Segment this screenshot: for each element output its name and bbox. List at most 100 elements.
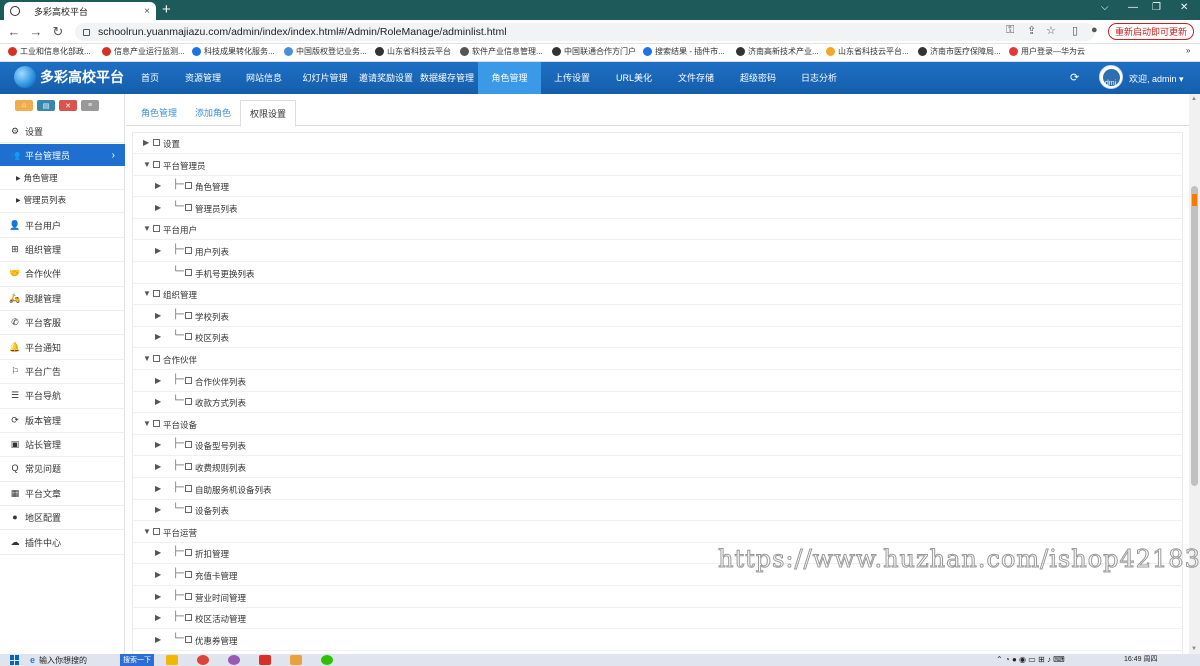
refresh-icon[interactable]: ⟳: [1070, 71, 1079, 84]
caret-down-icon[interactable]: ▼: [143, 419, 151, 428]
sidebar-item-navigation[interactable]: ☰ 平台导航: [0, 384, 125, 406]
caret-right-icon[interactable]: ▶: [155, 548, 161, 557]
sidebar-item-ads[interactable]: ⚐ 平台广告: [0, 360, 125, 382]
scroll-down-icon[interactable]: ▼: [1191, 646, 1197, 652]
file-explorer-icon[interactable]: [166, 655, 178, 665]
caret-right-icon[interactable]: ▶: [155, 246, 161, 255]
app-logo[interactable]: 多彩高校平台: [14, 66, 124, 88]
list-shortcut-icon[interactable]: ≡: [81, 100, 99, 111]
caret-right-icon[interactable]: ▶: [155, 484, 161, 493]
bookmark-item[interactable]: 信息产业运行监测...: [102, 46, 185, 57]
tab-role-manage[interactable]: 角色管理: [132, 100, 186, 126]
tab-permission-settings[interactable]: 权限设置: [240, 100, 297, 127]
topnav-log-analysis[interactable]: 日志分析: [789, 62, 849, 94]
close-window-button[interactable]: ✕: [1180, 2, 1188, 13]
document-shortcut-icon[interactable]: ▤: [37, 100, 55, 111]
topnav-invite-rewards[interactable]: 邀请奖励设置: [356, 62, 416, 94]
wps-icon[interactable]: [259, 655, 271, 665]
permission-checkbox[interactable]: [185, 635, 192, 643]
caret-right-icon[interactable]: ▶: [155, 613, 161, 622]
topnav-site-info[interactable]: 网站信息: [234, 62, 294, 94]
permission-checkbox[interactable]: [185, 592, 192, 600]
sidebar-item-plugins[interactable]: ☁ 插件中心: [0, 531, 125, 553]
taskbar-clock[interactable]: 16:49 周四: [1124, 654, 1157, 664]
topnav-slides[interactable]: 幻灯片管理: [294, 62, 356, 94]
caret-down-icon[interactable]: ▼: [143, 289, 151, 298]
sidebar-item-partners[interactable]: 🤝 合作伙伴: [0, 262, 125, 284]
caret-right-icon[interactable]: ▶: [155, 462, 161, 471]
caret-right-icon[interactable]: ▶: [155, 505, 161, 514]
tab-search-icon[interactable]: ⌵: [1101, 2, 1109, 13]
permission-checkbox[interactable]: [153, 355, 160, 362]
sidebar-item-notices[interactable]: 🔔 平台通知: [0, 336, 125, 358]
topnav-url-beautify[interactable]: URL美化: [603, 62, 665, 94]
bookmark-item[interactable]: 山东省科技云平台...: [826, 46, 909, 57]
permission-checkbox[interactable]: [153, 160, 160, 168]
home-shortcut-icon[interactable]: ⌂: [15, 100, 33, 111]
minimize-button[interactable]: —: [1128, 2, 1138, 13]
caret-right-icon[interactable]: ▶: [143, 138, 149, 147]
bookmark-star-icon[interactable]: ☆: [1046, 24, 1056, 37]
tab-close-icon[interactable]: ×: [144, 6, 150, 17]
permission-checkbox[interactable]: [185, 268, 192, 276]
sidebar-item-errands[interactable]: 🛵 跑腿管理: [0, 287, 125, 309]
caret-right-icon[interactable]: ▶: [155, 203, 161, 212]
caret-right-icon[interactable]: ▶: [155, 570, 161, 579]
sidebar-item-versions[interactable]: ⟳ 版本管理: [0, 409, 125, 431]
permission-checkbox[interactable]: [185, 614, 192, 622]
bookmark-item[interactable]: 软件产业信息管理...: [460, 46, 543, 57]
caret-right-icon[interactable]: ▶: [155, 397, 161, 406]
back-button[interactable]: ←: [6, 23, 22, 41]
sidebar-icon[interactable]: ▯: [1072, 24, 1078, 37]
bookmark-item[interactable]: 用户登录—华为云: [1009, 46, 1085, 57]
windows-start-icon[interactable]: [10, 655, 20, 665]
caret-right-icon[interactable]: ▶: [155, 181, 161, 190]
permission-checkbox[interactable]: [153, 290, 160, 298]
sidebar-item-stationmaster[interactable]: ▣ 站长管理: [0, 433, 125, 455]
topnav-resources[interactable]: 资源管理: [172, 62, 234, 94]
permission-checkbox[interactable]: [185, 182, 192, 190]
bookmark-item[interactable]: 中国版权登记业务...: [284, 46, 367, 57]
topnav-cache[interactable]: 数据缓存管理: [416, 62, 478, 94]
url-bar[interactable]: schoolrun.yuanmajiazu.com/admin/index/in…: [75, 23, 1095, 41]
caret-right-icon[interactable]: ▶: [155, 311, 161, 320]
avatar[interactable]: admi: [1099, 65, 1123, 89]
tray-icons[interactable]: ⌃ ◔ ● ◉ ▭ ⊞ ♪ ⌨: [996, 655, 1065, 664]
permission-checkbox[interactable]: [185, 484, 192, 492]
profile-icon[interactable]: ●: [1091, 24, 1098, 36]
permission-checkbox[interactable]: [153, 139, 160, 146]
new-tab-button[interactable]: +: [162, 1, 171, 19]
sidebar-item-settings[interactable]: ⚙ 设置: [0, 120, 125, 142]
permission-checkbox[interactable]: [185, 463, 192, 470]
bookmark-item[interactable]: 工业和信息化部政...: [8, 46, 91, 57]
share-icon[interactable]: ⇪: [1027, 24, 1036, 37]
trash-shortcut-icon[interactable]: ✕: [59, 100, 77, 111]
bookmark-item[interactable]: 科技成果转化服务...: [192, 46, 275, 57]
caret-down-icon[interactable]: ▼: [143, 354, 151, 363]
sidebar-item-support[interactable]: ✆ 平台客服: [0, 311, 125, 333]
sidebar-subitem-admin-list[interactable]: ▶ 管理员列表: [0, 190, 125, 210]
restart-update-button[interactable]: 重新启动即可更新: [1108, 23, 1194, 40]
permission-checkbox[interactable]: [185, 203, 192, 211]
browser-tab[interactable]: 多彩高校平台 ×: [4, 2, 156, 20]
caret-down-icon[interactable]: ▼: [143, 160, 151, 169]
topnav-upload[interactable]: 上传设置: [541, 62, 603, 94]
sidebar-item-faq[interactable]: Q 常见问题: [0, 457, 125, 479]
permission-checkbox[interactable]: [153, 527, 160, 535]
caret-down-icon[interactable]: ▼: [143, 527, 151, 536]
maximize-button[interactable]: ❐: [1152, 2, 1161, 13]
caret-right-icon[interactable]: ▶: [155, 635, 161, 644]
more-bookmarks-icon[interactable]: »: [1186, 46, 1190, 55]
permission-checkbox[interactable]: [153, 419, 160, 427]
bookmark-item[interactable]: 济南市医疗保障局...: [918, 46, 1001, 57]
permission-checkbox[interactable]: [185, 571, 192, 578]
sidebar-item-regions[interactable]: ● 地区配置: [0, 506, 125, 528]
topnav-file-storage[interactable]: 文件存储: [665, 62, 727, 94]
permission-checkbox[interactable]: [185, 398, 192, 406]
permission-checkbox[interactable]: [185, 333, 192, 341]
user-menu[interactable]: 欢迎, admin ▾: [1129, 72, 1184, 85]
wechat-icon[interactable]: [321, 655, 333, 665]
permission-checkbox[interactable]: [185, 311, 192, 319]
forward-button[interactable]: →: [28, 23, 44, 41]
key-icon[interactable]: ⚿: [1006, 24, 1014, 37]
